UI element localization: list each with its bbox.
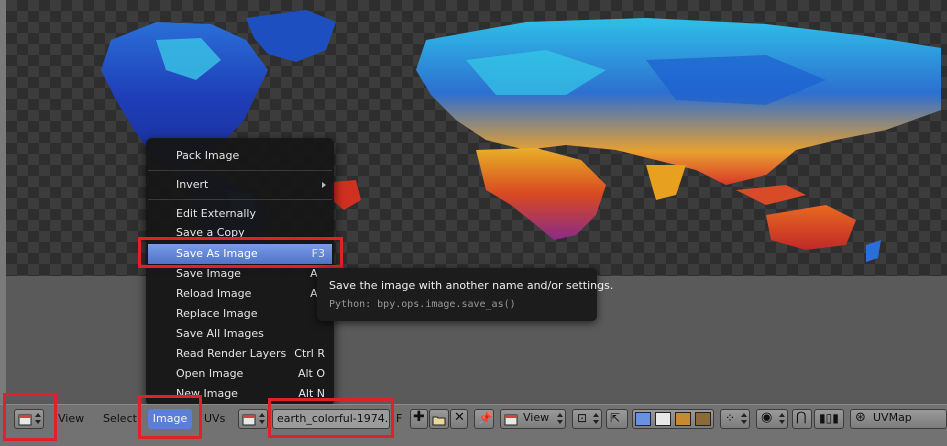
menu-item-read-render-layers[interactable]: Read Render Layers Ctrl R [148,344,332,364]
updown-arrows-icon [259,413,265,425]
image-menu-dropdown: Pack Image Invert Edit Externally Save a… [146,138,334,406]
editor-type-selector[interactable] [14,409,44,429]
image-name-field[interactable]: earth_colorful-1974... [272,409,390,429]
proportional-circle-icon: ◉ [761,410,773,425]
menu-image[interactable]: Image [148,409,192,429]
close-icon: ✕ [454,410,465,425]
menu-item-save-a-copy[interactable]: Save a Copy [148,223,332,243]
uv-map-icon: ⊛ [855,410,866,425]
vertex-select-icon[interactable] [635,412,651,426]
menu-item-new-image[interactable]: New Image Alt N [148,384,332,404]
menu-item-pack-image[interactable]: Pack Image [148,146,332,166]
updown-arrows-icon [741,413,747,425]
image-viewport[interactable] [0,0,947,404]
menu-item-reload-image[interactable]: Reload ImageAlt [148,284,332,304]
image-editor-icon [18,414,32,426]
pivot-icon: ⊡ [577,411,588,425]
pin-button[interactable]: 📌 [474,409,494,429]
map-africa [476,148,606,240]
folder-icon [432,416,446,426]
menu-uvs[interactable]: UVs [204,409,225,429]
plus-icon: ✚ [413,409,425,425]
snap-selector[interactable]: ⁘ [720,409,750,429]
tooltip-title: Save the image with another name and/or … [329,279,614,292]
menu-item-open-image[interactable]: Open Image Alt O [148,364,332,384]
new-image-button[interactable]: ✚ [410,409,428,429]
menu-item-save-all-images[interactable]: Save All Images [148,324,332,344]
browse-image-button[interactable] [238,409,268,429]
edge-select-icon[interactable] [655,412,671,426]
menu-view[interactable]: View [58,409,84,429]
open-image-button[interactable] [429,409,449,429]
image-browse-icon [242,414,256,426]
view-mode-label: View [523,411,550,424]
menu-item-replace-image[interactable]: Replace Image [148,304,332,324]
pivot-selector[interactable]: ⊡ [572,409,602,429]
editor-header: View Select Image UVs earth_colorful-197… [0,404,947,446]
updown-arrows-icon [557,413,563,425]
sticky-selection-button[interactable]: ⇱ [606,409,628,429]
map-australia [766,205,856,250]
menu-item-save-as-image[interactable]: Save As Image F3 [148,244,332,264]
menu-separator [148,199,332,200]
image-view-icon [504,414,518,426]
menu-item-save-image[interactable]: Save ImageAlt [148,264,332,284]
selection-mode-group [632,409,714,429]
island-select-icon[interactable] [695,412,711,426]
uv-sync-selector[interactable]: ▮▯▮ [814,409,844,429]
updown-arrows-icon [35,413,41,425]
unlink-image-button[interactable]: ✕ [450,409,468,429]
view-mode-selector[interactable]: View [500,409,566,429]
fake-user-toggle[interactable]: F [396,409,402,429]
updown-arrows-icon [593,413,599,425]
tooltip-python: Python: bpy.ops.image.save_as() [329,299,516,310]
proportional-edit-selector[interactable]: ◉ [756,409,788,429]
image-editor-window: Pack Image Invert Edit Externally Save a… [0,0,947,446]
magnet-icon: ⋂ [796,410,807,425]
histogram-icon: ▮▯▮ [819,411,839,425]
uv-map-selector[interactable]: ⊛ UVMap [850,409,947,429]
cursor-icon: ⇱ [610,411,621,425]
map-greenland [246,10,336,62]
uv-map-label: UVMap [873,411,912,424]
menu-select[interactable]: Select [103,409,137,429]
snap-toggle-button[interactable]: ⋂ [792,409,812,429]
pin-icon: 📌 [478,411,493,425]
updown-arrows-icon [779,413,785,425]
menu-separator [148,170,332,171]
tooltip: Save the image with another name and/or … [317,268,613,321]
face-select-icon[interactable] [675,412,691,426]
menu-item-edit-externally[interactable]: Edit Externally [148,204,332,224]
snap-grid-icon: ⁘ [725,411,736,425]
submenu-arrow-icon [322,182,326,188]
menu-item-invert[interactable]: Invert [148,175,332,195]
